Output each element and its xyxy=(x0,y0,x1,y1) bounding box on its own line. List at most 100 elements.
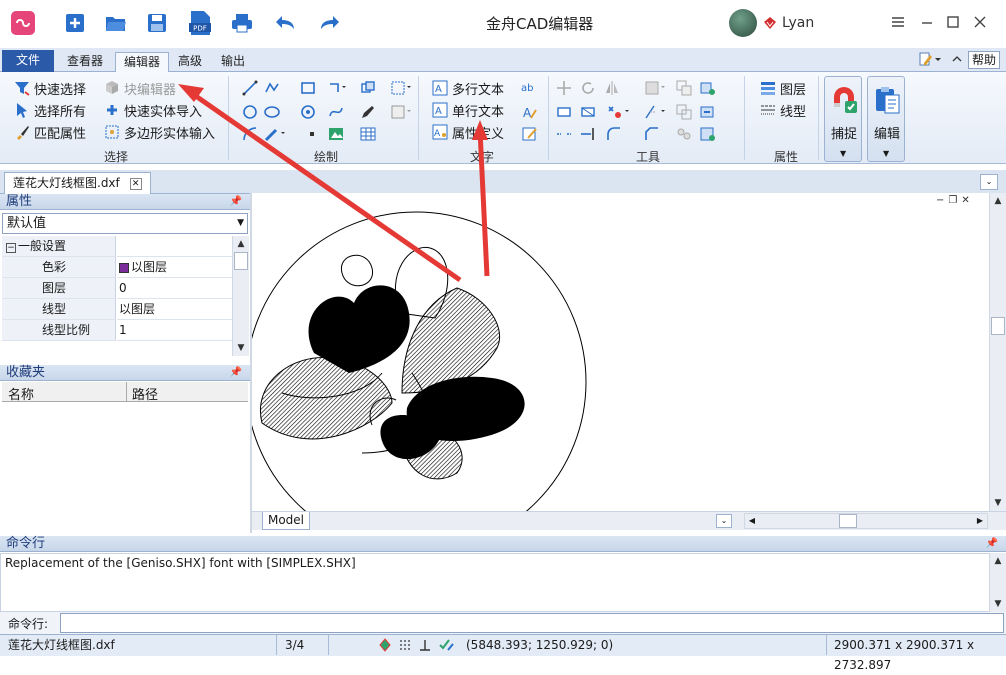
open-folder-icon[interactable] xyxy=(103,10,129,36)
quick-select-button[interactable]: 快速选择 xyxy=(14,78,86,98)
model-tab[interactable]: Model xyxy=(262,512,310,530)
favorites-list[interactable] xyxy=(2,402,248,530)
copy-icon[interactable] xyxy=(676,80,692,96)
purge-icon[interactable] xyxy=(700,126,716,142)
property-value[interactable]: 以图层 xyxy=(117,299,232,320)
ortho-icon[interactable] xyxy=(418,638,432,658)
spline-icon[interactable] xyxy=(328,104,344,120)
menu-icon[interactable] xyxy=(888,12,908,32)
text-style-icon[interactable]: ab xyxy=(520,80,536,96)
print-icon[interactable] xyxy=(229,10,255,36)
pdf-icon[interactable]: PDF xyxy=(187,10,213,36)
close-tab-icon[interactable]: ✕ xyxy=(129,177,142,190)
canvas-window-controls[interactable]: −❐✕ xyxy=(936,195,974,206)
collapse-ribbon-icon[interactable] xyxy=(952,53,962,67)
properties-scrollbar[interactable]: ▲ ▼ xyxy=(232,236,249,356)
mirror-icon[interactable] xyxy=(604,80,620,96)
fillet-icon[interactable] xyxy=(606,126,622,142)
measure-icon[interactable] xyxy=(264,126,285,142)
rotate-circle-icon[interactable] xyxy=(300,104,316,120)
property-row-color[interactable]: 色彩 以图层 xyxy=(2,257,232,278)
arc-icon[interactable] xyxy=(242,126,258,142)
trim-icon[interactable] xyxy=(644,104,665,120)
tab-list-icon[interactable]: ⌄ xyxy=(980,174,998,190)
save-icon[interactable] xyxy=(144,10,170,36)
line-icon[interactable] xyxy=(242,80,258,96)
quick-entity-import-button[interactable]: 快速实体导入 xyxy=(104,100,202,120)
snap-marker-icon[interactable] xyxy=(378,638,392,658)
tab-output[interactable]: 输出 xyxy=(213,52,253,72)
multiline-icon[interactable] xyxy=(328,80,346,96)
polyline-icon[interactable] xyxy=(264,80,280,96)
linetype-button[interactable]: 线型 xyxy=(760,100,806,120)
rectangle-icon[interactable] xyxy=(300,80,316,96)
scroll-thumb[interactable] xyxy=(991,317,1005,335)
explode-icon[interactable] xyxy=(606,104,629,120)
properties-selector[interactable]: 默认值 ▼ xyxy=(2,213,248,234)
select-all-button[interactable]: 选择所有 xyxy=(14,100,86,120)
scale-icon[interactable] xyxy=(580,104,596,120)
column-path-header[interactable]: 路径 xyxy=(132,384,158,403)
pen-icon[interactable] xyxy=(360,104,376,120)
command-input[interactable] xyxy=(60,613,1004,633)
maximize-icon[interactable] xyxy=(943,12,963,32)
property-section-row[interactable]: − 一般设置 xyxy=(2,236,232,257)
scroll-thumb[interactable] xyxy=(234,252,248,270)
offset-icon[interactable] xyxy=(676,104,692,120)
redo-icon[interactable] xyxy=(316,10,342,36)
scroll-down-icon[interactable]: ▼ xyxy=(990,495,1006,511)
tab-advanced[interactable]: 高级 xyxy=(172,52,208,72)
user-name[interactable]: Lyan xyxy=(782,15,814,31)
scroll-up-icon[interactable]: ▲ xyxy=(990,193,1006,209)
check-pen-icon[interactable] xyxy=(438,638,454,658)
tab-viewer[interactable]: 查看器 xyxy=(60,52,110,72)
tab-editor[interactable]: 编辑器 xyxy=(115,52,169,72)
edit-button[interactable]: 编辑 ▼ xyxy=(867,76,905,162)
undo-icon[interactable] xyxy=(273,10,299,36)
canvas-vertical-scrollbar[interactable]: ▲ ▼ xyxy=(989,193,1006,511)
scroll-up-icon[interactable]: ▲ xyxy=(990,553,1006,569)
stretch-icon[interactable] xyxy=(556,104,572,120)
scroll-thumb[interactable] xyxy=(839,514,857,528)
command-scrollbar[interactable]: ▲ ▼ xyxy=(989,553,1006,612)
array-icon[interactable] xyxy=(644,80,665,96)
chamfer-icon[interactable] xyxy=(644,126,660,142)
canvas-horizontal-scrollbar[interactable]: ◀ ▶ xyxy=(744,513,988,529)
attribute-definition-button[interactable]: A 属性定义 xyxy=(432,122,504,142)
drawing-canvas[interactable] xyxy=(252,193,989,511)
layout-list-icon[interactable]: ⌄ xyxy=(716,514,732,528)
avatar[interactable] xyxy=(729,9,757,37)
block-editor-button[interactable]: 块编辑器 xyxy=(104,78,176,98)
snap-button[interactable]: 捕捉 ▼ xyxy=(824,76,862,162)
image-insert-icon[interactable] xyxy=(390,104,411,120)
match-properties-button[interactable]: 匹配属性 xyxy=(14,122,86,142)
document-tab[interactable]: 莲花大灯线框图.dxf ✕ xyxy=(4,172,151,194)
text-edit-icon[interactable]: A xyxy=(522,104,538,120)
property-row-layer[interactable]: 图层 0 xyxy=(2,278,232,299)
scroll-down-icon[interactable]: ▼ xyxy=(990,596,1006,612)
scroll-left-icon[interactable]: ◀ xyxy=(745,514,759,528)
pin-icon[interactable]: 📌 xyxy=(986,536,998,551)
break-icon[interactable] xyxy=(556,126,572,142)
scroll-right-icon[interactable]: ▶ xyxy=(973,514,987,528)
layer-copy-icon[interactable] xyxy=(700,80,716,96)
new-file-icon[interactable] xyxy=(62,10,88,36)
text-edit-pen-icon[interactable] xyxy=(522,126,538,142)
pin-icon[interactable]: 📌 xyxy=(230,365,242,380)
property-value[interactable]: 1 xyxy=(117,320,232,341)
group-icon[interactable] xyxy=(676,126,692,142)
point-icon[interactable] xyxy=(304,126,320,142)
grid-icon[interactable] xyxy=(398,638,412,658)
scroll-down-icon[interactable]: ▼ xyxy=(233,340,249,356)
property-row-linetype-scale[interactable]: 线型比例 1 xyxy=(2,320,232,341)
close-icon[interactable] xyxy=(970,12,990,32)
move-icon[interactable] xyxy=(556,80,572,96)
rotate-icon[interactable] xyxy=(580,80,596,96)
single-line-text-button[interactable]: A 单行文本 xyxy=(432,100,504,120)
circle-icon[interactable] xyxy=(242,104,258,120)
style-dropdown-icon[interactable] xyxy=(918,51,942,70)
scroll-up-icon[interactable]: ▲ xyxy=(233,236,249,252)
polygon-entity-input-button[interactable]: 多边形实体输入 xyxy=(104,122,215,142)
extend-icon[interactable] xyxy=(580,126,596,142)
column-name-header[interactable]: 名称 xyxy=(8,384,34,403)
